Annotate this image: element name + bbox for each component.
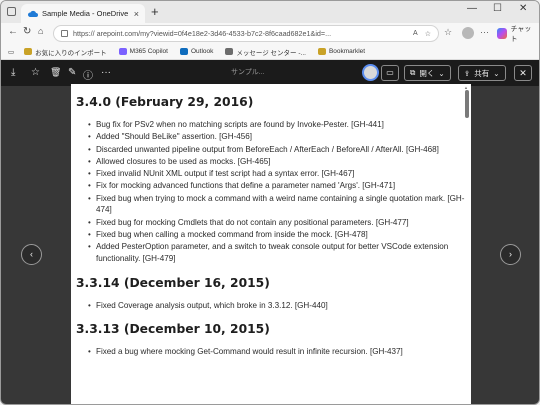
onedrive-icon	[27, 10, 38, 17]
home-icon[interactable]: ⌂	[38, 26, 43, 36]
open-label: 開く	[419, 68, 435, 78]
title-bar: Sample Media - OneDrive × + — ☐ ✕	[1, 1, 539, 23]
address-bar-row: ← ↻ ⌂ https:// arepoint.com/my?viewid=0f…	[1, 23, 539, 44]
list-item: Added "Should BeLike" assertion. [GH-456…	[88, 131, 467, 143]
bookmark-item[interactable]: M365 Copilot	[118, 48, 168, 55]
list-item: Fixed a bug where mocking Get-Command wo…	[88, 346, 467, 358]
close-window-icon[interactable]: ✕	[519, 3, 527, 14]
lock-icon	[61, 30, 68, 37]
browser-tab[interactable]: Sample Media - OneDrive ×	[21, 4, 145, 23]
viewer-toolbar: ⤓ ☆ 🗑 ✎ ⓘ ··· サンプル... ▭ ⧉ 開く ⌄ ⇪ 共有 ⌄ ✕	[1, 60, 539, 86]
list-item: Added PesterOption parameter, and a swit…	[88, 241, 467, 264]
new-tab-button[interactable]: +	[151, 4, 159, 19]
close-viewer-icon[interactable]: ✕	[514, 65, 532, 81]
comment-icon[interactable]: ▭	[381, 65, 399, 81]
changelog-list: Fixed Coverage analysis output, which br…	[88, 300, 467, 312]
scrollbar-thumb[interactable]	[465, 90, 469, 118]
open-button[interactable]: ⧉ 開く ⌄	[404, 65, 451, 81]
profile-avatar[interactable]	[462, 27, 474, 39]
copilot-label: チャット	[510, 25, 532, 43]
more-menu-icon[interactable]: ···	[480, 27, 489, 37]
folder-icon	[24, 48, 33, 55]
file-viewer: ⤓ ☆ 🗑 ✎ ⓘ ··· サンプル... ▭ ⧉ 開く ⌄ ⇪ 共有 ⌄ ✕ …	[1, 60, 539, 404]
delete-icon[interactable]: 🗑	[50, 67, 61, 78]
bookmark-item[interactable]: Outlook	[179, 48, 213, 55]
url-text: https:// arepoint.com/my?viewid=0f4e18e2…	[73, 29, 332, 38]
bookmark-item[interactable]: Bookmarklet	[317, 48, 365, 55]
viewer-title: サンプル...	[231, 69, 265, 76]
changelog-list: Bug fix for PSv2 when no matching script…	[88, 119, 467, 265]
list-item: Fix for mocking advanced functions that …	[88, 180, 467, 192]
share-button[interactable]: ⇪ 共有 ⌄	[458, 65, 506, 81]
section-heading: 3.3.13 (December 10, 2015)	[76, 322, 270, 337]
document-page: 3.4.0 (February 29, 2016) Bug fix for PS…	[71, 84, 471, 404]
list-item: Fixed Coverage analysis output, which br…	[88, 300, 467, 312]
collections-icon[interactable]: ▭	[8, 48, 14, 56]
browser-window: Sample Media - OneDrive × + — ☐ ✕ ← ↻ ⌂ …	[0, 0, 540, 405]
workspaces-icon[interactable]	[7, 7, 16, 16]
message-center-icon	[225, 48, 234, 55]
next-file-button[interactable]: ›	[500, 244, 521, 265]
share-label: 共有	[474, 68, 490, 78]
download-icon[interactable]: ⤓	[11, 67, 15, 78]
favorite-icon[interactable]: ☆	[31, 67, 40, 78]
url-input[interactable]: https:// arepoint.com/my?viewid=0f4e18e2…	[53, 25, 439, 42]
copilot-button[interactable]: チャット	[497, 25, 537, 43]
section-heading: 3.4.0 (February 29, 2016)	[76, 95, 254, 109]
info-icon[interactable]: ⓘ	[83, 67, 93, 82]
copilot-icon	[497, 28, 508, 39]
section-heading: 3.3.14 (December 16, 2015)	[76, 275, 270, 290]
outlook-icon	[179, 48, 188, 55]
folder-icon	[317, 48, 326, 55]
read-aloud-icon[interactable]: A	[413, 30, 418, 38]
chevron-down-icon: ⌄	[493, 68, 500, 78]
list-item: Fixed bug for mocking Cmdlets that do no…	[88, 217, 467, 229]
list-item: Fixed invalid NUnit XML output if test s…	[88, 168, 467, 180]
copilot-bookmark-icon	[118, 48, 127, 55]
previous-file-button[interactable]: ‹	[21, 244, 42, 265]
chevron-down-icon: ⌄	[438, 68, 445, 78]
share-icon: ⇪	[464, 68, 471, 78]
changelog-list: Fixed a bug where mocking Get-Command wo…	[88, 346, 467, 358]
list-item: Discarded unwanted pipeline output from …	[88, 144, 467, 156]
tab-close-icon[interactable]: ×	[134, 9, 139, 19]
user-avatar[interactable]	[362, 64, 379, 81]
refresh-icon[interactable]: ↻	[23, 26, 31, 37]
list-item: Allowed closures to be used as mocks. [G…	[88, 156, 467, 168]
favorites-icon[interactable]: ☆	[444, 27, 452, 38]
minimize-icon[interactable]: —	[467, 3, 477, 14]
list-item: Fixed bug when trying to mock a command …	[88, 193, 467, 216]
bookmark-item[interactable]: お気に入りのインポート	[24, 47, 107, 57]
edit-icon[interactable]: ✎	[68, 67, 76, 78]
list-item: Fixed bug when calling a mocked command …	[88, 229, 467, 241]
bookmarks-bar: ▭ お気に入りのインポート M365 Copilot Outlook メッセージ…	[1, 44, 539, 60]
maximize-icon[interactable]: ☐	[493, 3, 502, 14]
open-app-icon: ⧉	[410, 68, 416, 77]
list-item: Bug fix for PSv2 when no matching script…	[88, 119, 467, 131]
favorite-star-icon[interactable]: ☆	[425, 30, 431, 38]
back-icon[interactable]: ←	[8, 26, 18, 37]
tab-title: Sample Media - OneDrive	[42, 9, 129, 18]
more-icon[interactable]: ···	[101, 67, 111, 78]
bookmark-item[interactable]: メッセージ センター -...	[225, 47, 306, 57]
